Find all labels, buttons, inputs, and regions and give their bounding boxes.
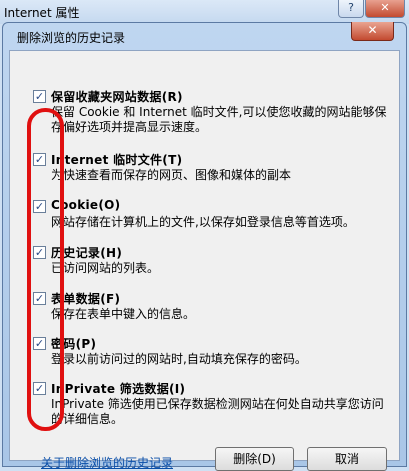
option-description: 保存在表单中键入的信息。 bbox=[51, 307, 196, 321]
option-title: Internet 临时文件(T) bbox=[51, 153, 183, 167]
delete-button[interactable]: 删除(D) bbox=[215, 447, 294, 471]
delete-history-dialog: 删除浏览的历史记录 ✕ ✓ 保留收藏夹网站数据(R) 保留 Cookie 和 I… bbox=[2, 22, 407, 471]
option-title: 密码(P) bbox=[51, 337, 97, 351]
option-description: 保留 Cookie 和 Internet 临时文件,可以使您收藏的网站能够保存偏… bbox=[51, 105, 387, 134]
option-description: 已访问网站的列表。 bbox=[51, 261, 160, 275]
checkbox-form-data[interactable]: ✓ bbox=[33, 292, 46, 305]
parent-close-icon[interactable]: ✕ bbox=[365, 0, 405, 18]
parent-window-title: Internet 属性 bbox=[4, 6, 80, 20]
option-description: 网站存储在计算机上的文件,以保存如登录信息等首选项。 bbox=[51, 215, 355, 229]
dialog-content: ✓ 保留收藏夹网站数据(R) 保留 Cookie 和 Internet 临时文件… bbox=[9, 50, 400, 471]
option-description: InPrivate 筛选使用已保存数据检测网站在何处自动共享您访问的详细信息。 bbox=[51, 397, 384, 426]
cancel-button[interactable]: 取消 bbox=[307, 447, 387, 471]
checkbox-favorites-data[interactable]: ✓ bbox=[33, 90, 46, 103]
option-title: InPrivate 筛选数据(I) bbox=[51, 382, 186, 396]
checkbox-temp-files[interactable]: ✓ bbox=[33, 153, 46, 166]
help-icon[interactable]: ? bbox=[338, 0, 364, 18]
option-title: 保留收藏夹网站数据(R) bbox=[51, 90, 183, 104]
option-title: 表单数据(F) bbox=[51, 292, 121, 306]
checkbox-cookies[interactable]: ✓ bbox=[33, 200, 46, 213]
dialog-title: 删除浏览的历史记录 bbox=[17, 31, 126, 45]
parent-window-titlebar: Internet 属性 ? ✕ bbox=[0, 0, 409, 24]
checkbox-passwords[interactable]: ✓ bbox=[33, 337, 46, 350]
option-title: 历史记录(H) bbox=[51, 246, 123, 260]
checkbox-history[interactable]: ✓ bbox=[33, 246, 46, 259]
option-description: 为快速查看而保存的网页、图像和媒体的副本 bbox=[51, 168, 292, 182]
about-delete-history-link[interactable]: 关于删除浏览的历史记录 bbox=[41, 454, 173, 471]
option-description: 登录以前访问过的网站时,自动填充保存的密码。 bbox=[51, 352, 307, 366]
option-title: Cookie(O) bbox=[51, 198, 121, 212]
checkbox-inprivate-data[interactable]: ✓ bbox=[33, 382, 46, 395]
dialog-close-icon[interactable]: ✕ bbox=[351, 22, 394, 41]
